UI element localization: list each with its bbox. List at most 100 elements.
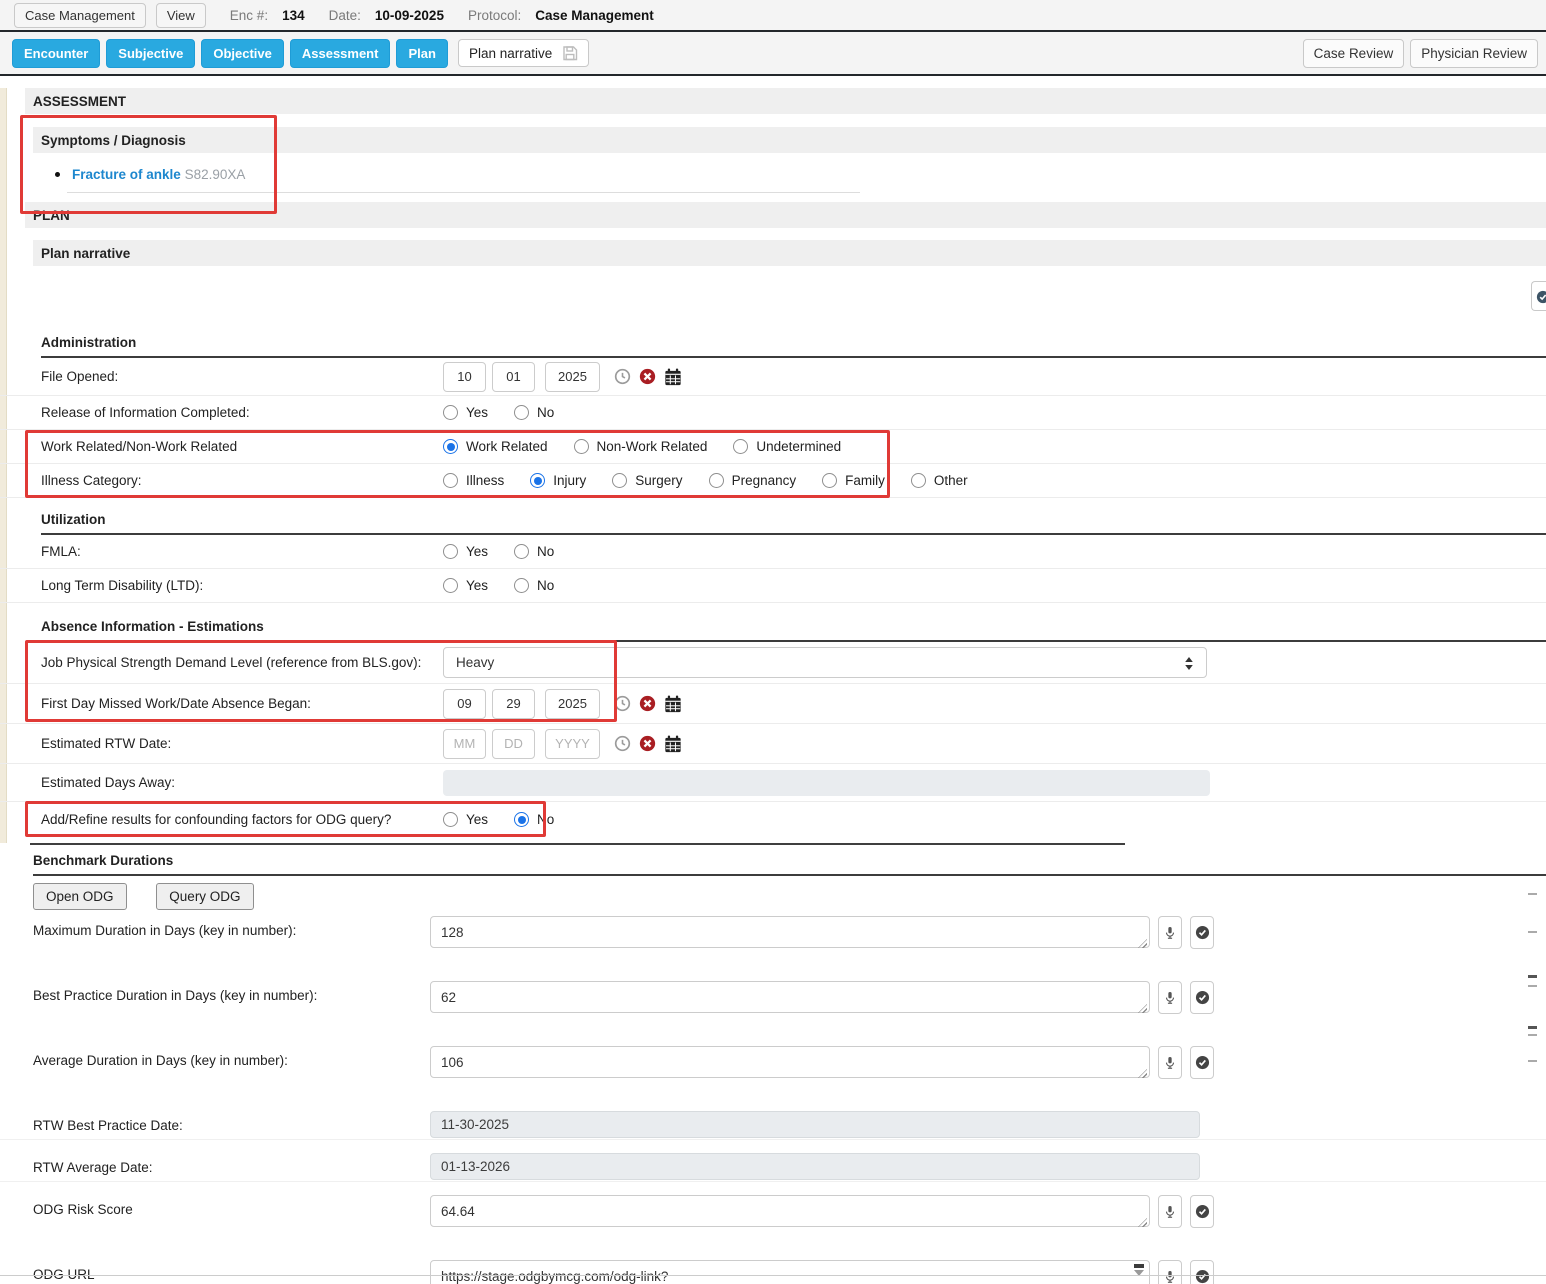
field-label: File Opened:	[41, 369, 443, 384]
radio-option-non-work-related[interactable]: Non-Work Related	[574, 439, 708, 454]
radio-icon[interactable]	[514, 544, 529, 559]
radio-option-yes[interactable]: Yes	[443, 405, 488, 420]
radio-icon[interactable]	[443, 439, 458, 454]
mic-button[interactable]	[1158, 916, 1182, 949]
tab-assessment[interactable]: Assessment	[290, 39, 391, 68]
radio-option-yes[interactable]: Yes	[443, 544, 488, 559]
open-odg-button[interactable]: Open ODG	[33, 883, 127, 910]
tab-objective[interactable]: Objective	[201, 39, 284, 68]
field-label: Add/Refine results for confounding facto…	[41, 812, 443, 827]
radio-option-no[interactable]: No	[514, 578, 554, 593]
file-opened-month-input[interactable]	[443, 362, 486, 392]
approve-button[interactable]	[1190, 1195, 1214, 1228]
estimated-rtw-month-input[interactable]	[443, 729, 486, 759]
radio-icon[interactable]	[443, 812, 458, 827]
query-odg-button[interactable]: Query ODG	[156, 883, 253, 910]
plan-narrative-header: Plan narrative	[33, 240, 1546, 266]
radio-icon[interactable]	[443, 578, 458, 593]
clear-date-icon[interactable]	[639, 735, 656, 752]
odg-url-input[interactable]	[430, 1260, 1150, 1284]
tab-plan-narrative[interactable]: Plan narrative	[458, 39, 589, 67]
approve-button[interactable]	[1190, 1046, 1214, 1079]
estimated-rtw-day-input[interactable]	[492, 729, 535, 759]
check-circle-icon	[1195, 925, 1210, 940]
fmla-row: FMLA: YesNo	[0, 535, 1546, 569]
radio-option-work-related[interactable]: Work Related	[443, 439, 548, 454]
mic-button[interactable]	[1158, 1195, 1182, 1228]
radio-option-no[interactable]: No	[514, 405, 554, 420]
radio-option-illness[interactable]: Illness	[443, 473, 504, 488]
rtw-best-practice-date-value: 11-30-2025	[430, 1111, 1200, 1138]
radio-option-undetermined[interactable]: Undetermined	[733, 439, 841, 454]
calendar-icon[interactable]	[664, 368, 682, 386]
radio-option-other[interactable]: Other	[911, 473, 968, 488]
job-strength-select[interactable]: Heavy	[443, 647, 1207, 678]
radio-option-yes[interactable]: Yes	[443, 812, 488, 827]
field-control	[430, 916, 1214, 951]
tab-subjective[interactable]: Subjective	[106, 39, 195, 68]
radio-option-no[interactable]: No	[514, 544, 554, 559]
field-label: Best Practice Duration in Days (key in n…	[33, 981, 430, 1003]
mic-button[interactable]	[1158, 1046, 1182, 1079]
protocol-value: Case Management	[535, 8, 654, 23]
first-day-year-input[interactable]	[545, 689, 600, 719]
radio-option-no[interactable]: No	[514, 812, 554, 827]
ltd-row: Long Term Disability (LTD): YesNo	[0, 569, 1546, 603]
odg-risk-score-input[interactable]	[430, 1195, 1150, 1227]
clear-date-icon[interactable]	[639, 695, 656, 712]
tab-encounter[interactable]: Encounter	[12, 39, 100, 68]
case-management-button[interactable]: Case Management	[14, 3, 146, 28]
radio-icon[interactable]	[443, 544, 458, 559]
radio-icon[interactable]	[514, 405, 529, 420]
file-opened-year-input[interactable]	[545, 362, 600, 392]
radio-icon[interactable]	[612, 473, 627, 488]
best-practice-duration-days-input[interactable]	[430, 981, 1150, 1013]
diagnosis-link[interactable]: Fracture of ankle	[72, 167, 181, 182]
approve-button[interactable]	[1190, 916, 1214, 949]
clear-date-icon[interactable]	[639, 368, 656, 385]
tab-plan[interactable]: Plan	[396, 39, 447, 68]
radio-icon[interactable]	[530, 473, 545, 488]
radio-icon[interactable]	[443, 473, 458, 488]
radio-icon[interactable]	[514, 578, 529, 593]
approve-button[interactable]	[1190, 981, 1214, 1014]
radio-icon[interactable]	[514, 812, 529, 827]
save-icon	[562, 45, 578, 61]
calendar-icon[interactable]	[664, 735, 682, 753]
annotated-absence-rows: Job Physical Strength Demand Level (refe…	[0, 642, 1546, 724]
mic-button[interactable]	[1158, 981, 1182, 1014]
first-day-month-input[interactable]	[443, 689, 486, 719]
radio-icon[interactable]	[443, 405, 458, 420]
radio-option-surgery[interactable]: Surgery	[612, 473, 682, 488]
radio-option-family[interactable]: Family	[822, 473, 885, 488]
radio-icon[interactable]	[911, 473, 926, 488]
radio-label: Injury	[553, 473, 586, 488]
radio-option-injury[interactable]: Injury	[530, 473, 586, 488]
maximum-duration-days-input[interactable]	[430, 916, 1150, 948]
clock-icon[interactable]	[614, 368, 631, 385]
radio-option-yes[interactable]: Yes	[443, 578, 488, 593]
approve-button[interactable]	[1190, 1260, 1214, 1284]
radio-icon[interactable]	[733, 439, 748, 454]
ltd-radio-group: Yes No	[443, 578, 580, 593]
case-review-button[interactable]: Case Review	[1303, 39, 1405, 68]
rtw-average-date-value: 01-13-2026	[430, 1153, 1200, 1180]
radio-icon[interactable]	[822, 473, 837, 488]
radio-icon[interactable]	[709, 473, 724, 488]
clock-icon[interactable]	[614, 735, 631, 752]
job-strength-value: Heavy	[456, 655, 494, 670]
view-button[interactable]: View	[156, 3, 206, 28]
field-control: 11-30-2025	[430, 1111, 1200, 1138]
file-opened-day-input[interactable]	[492, 362, 535, 392]
calendar-icon[interactable]	[664, 695, 682, 713]
physician-review-button[interactable]: Physician Review	[1410, 39, 1538, 68]
clock-icon[interactable]	[614, 695, 631, 712]
estimated-rtw-year-input[interactable]	[545, 729, 600, 759]
enc-label: Enc #:	[230, 8, 268, 23]
first-day-day-input[interactable]	[492, 689, 535, 719]
average-duration-days-input[interactable]	[430, 1046, 1150, 1078]
textarea-scrollbar[interactable]	[1134, 1264, 1144, 1282]
radio-option-pregnancy[interactable]: Pregnancy	[709, 473, 797, 488]
mic-button[interactable]	[1158, 1260, 1182, 1284]
radio-icon[interactable]	[574, 439, 589, 454]
